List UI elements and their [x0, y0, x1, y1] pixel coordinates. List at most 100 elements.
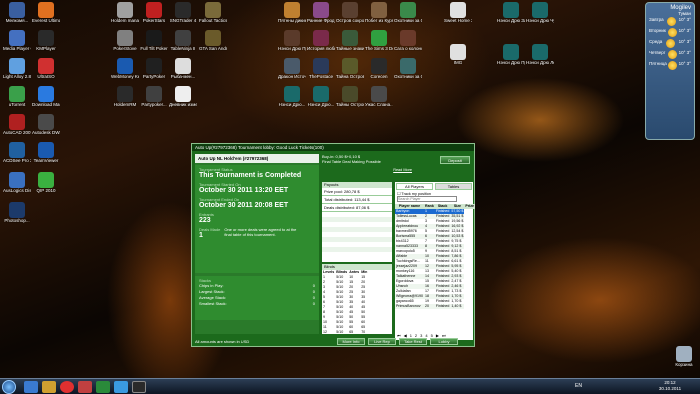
blinds-table[interactable]: Levels Blinds Antes Min 1 5/10 10 15 2 5/10 15 20 3 5…	[322, 270, 368, 334]
desktop-icon[interactable]: ThePostace	[307, 58, 335, 79]
app-icon	[503, 2, 519, 18]
desktop-icon[interactable]: Остров сокров...	[336, 2, 364, 23]
desktop-icon[interactable]: uTorrent	[3, 86, 31, 107]
desktop-icon[interactable]: Пятнны дикие пр...	[278, 2, 306, 23]
desktop-icon[interactable]: PokerStars	[140, 2, 168, 23]
tournament-lobby-window[interactable]: Auto Up(#27972368) Tournament lobby: Goo…	[191, 143, 476, 347]
desktop-icon[interactable]: Нэнси Дрю Привиден...	[278, 30, 306, 51]
desktop-icon[interactable]: GTA San Andreas	[199, 30, 227, 51]
icq-icon[interactable]	[96, 381, 110, 393]
player-row[interactable]: PrimusBaronov 20 Finished 1,40 $	[395, 304, 476, 309]
desktop-icon-label: Тайные знаки. Ве...	[336, 46, 364, 51]
language-indicator[interactable]: EN	[575, 383, 582, 389]
opera-icon[interactable]	[60, 381, 74, 393]
desktop-icon[interactable]: TableNinja II	[169, 30, 197, 51]
desktop-icon[interactable]: Holdem manager	[111, 2, 139, 23]
desktop-icon[interactable]: QIP 2010	[32, 172, 60, 193]
forecast-row: Завтра 10° 3°	[646, 16, 694, 27]
payouts-panel: Payouts Prize pool: 280,78 $ Total distr…	[322, 182, 392, 262]
desktop-icon[interactable]: Дракон Источния...	[278, 58, 306, 79]
desktop-icon[interactable]: Ранние Фрод в лесах Д...	[307, 2, 335, 23]
search-player-input[interactable]	[397, 196, 457, 202]
desktop-icon[interactable]: AutoCAD 2007 - ...	[3, 114, 31, 135]
desktop-icon[interactable]: HoldemRM	[111, 86, 139, 107]
desktop-icon[interactable]: Everest Ultimate	[32, 2, 60, 23]
folder-icon[interactable]	[42, 381, 56, 393]
desktop-icon-label: TeamViewer	[33, 158, 59, 163]
desktop-icon[interactable]: Нэнси Дрю Приведен...	[497, 44, 525, 65]
desktop-icon[interactable]: KMPlayer	[32, 30, 60, 51]
start-button[interactable]	[2, 380, 16, 394]
desktop-icon[interactable]: Light Alloy 2.8	[3, 58, 31, 79]
lobby-button[interactable]: Lobby	[430, 338, 458, 345]
tab-all-players[interactable]: All Players	[396, 183, 433, 190]
app-icon	[532, 44, 548, 60]
desktop-icon[interactable]: WebMoney Keeper Cla...	[111, 58, 139, 79]
desktop-icon[interactable]: Ужас Слана...	[365, 86, 393, 107]
desktop-icon-label: TableNinja II	[170, 46, 196, 51]
desktop-icon-label: Побег из Курярки...	[365, 18, 393, 23]
desktop-icon[interactable]: Корзина	[670, 346, 698, 367]
desktop-icon[interactable]: SNGTrader 4	[169, 2, 197, 23]
desktop-icon[interactable]: Охотники за Сокров...	[394, 2, 422, 23]
desktop-icon[interactable]: UltraISO	[32, 58, 60, 79]
read-more-link[interactable]: Read More	[393, 168, 412, 172]
skype-icon[interactable]	[114, 381, 128, 393]
desktop-icon[interactable]: AusLogics Disk Defrag	[3, 172, 31, 193]
clock[interactable]: 20:12 30.10.2011	[650, 380, 690, 392]
desktop-icon[interactable]: Fallout Tactics	[199, 2, 227, 23]
app-icon	[371, 86, 387, 102]
app-icon	[146, 58, 162, 74]
more-info-button[interactable]: More Info	[337, 338, 365, 345]
desktop-icon[interactable]: Тайные знаки. Ве...	[336, 30, 364, 51]
desktop-icon[interactable]: TeamViewer	[32, 142, 60, 163]
desktop-icon[interactable]: Нэнси Дрю...	[307, 86, 335, 107]
desktop-icon-label: AusLogics Disk Defrag	[3, 188, 31, 193]
app-icon	[9, 86, 25, 102]
desktop-icon[interactable]: Мелкомя...	[3, 2, 31, 23]
desktop-icon-label: Корзина	[675, 362, 693, 367]
desktop-icon[interactable]: PokerStove	[111, 30, 139, 51]
desktop-icon[interactable]: Corecen	[365, 58, 393, 79]
desktop-icon-label: История любви...	[307, 46, 335, 51]
desktop-icon[interactable]: ACDSee Pro 3	[3, 142, 31, 163]
live-rep-button[interactable]: Live Rep	[368, 338, 396, 345]
desktop-icon[interactable]: Нэнси Дрю Легенда о...	[526, 44, 554, 65]
entrants-value: 223	[199, 217, 211, 224]
players-table[interactable]: Player name Rank Stack Size Prize Barbyon 1 Fin…	[395, 204, 476, 309]
take-rest-button[interactable]: Take Rest	[399, 338, 427, 345]
players-col-header[interactable]: Prize	[464, 204, 475, 209]
payouts-list[interactable]	[322, 212, 392, 254]
desktop-icon[interactable]: Нэнси Дрю Записки ч...	[497, 2, 525, 23]
desktop-icon[interactable]: The Sims 3 Deluxe	[365, 30, 393, 51]
desktop-icon[interactable]: Autodesk DWF Viewer	[32, 114, 60, 135]
desktop-icon[interactable]: Partypoker...	[140, 86, 168, 107]
desktop-icon[interactable]: Рыба-мен...	[169, 58, 197, 79]
desktop-icon[interactable]: Охотники за Сокров...	[394, 58, 422, 79]
desktop-icon[interactable]: История любви...	[307, 30, 335, 51]
desktop-icon[interactable]: PartyPoker	[140, 58, 168, 79]
deposit-button[interactable]: Deposit	[440, 156, 470, 164]
desktop-icon[interactable]: Download Master	[32, 86, 60, 107]
desktop-icon[interactable]: Нэнси Дрю Чудовище...	[526, 2, 554, 23]
app-icon	[284, 86, 300, 102]
desktop-icon[interactable]: IMG	[444, 44, 472, 65]
poker-icon[interactable]	[78, 381, 92, 393]
weather-gadget[interactable]: Mogilev Туман Завтра 10° 3° Вторник 10° 3° С…	[645, 2, 695, 140]
desktop-icon[interactable]: Нэнси Дрю...	[278, 86, 306, 107]
desktop-icon[interactable]: Сага о колоноя...	[394, 30, 422, 51]
desktop-icon[interactable]: Media Player Classic	[3, 30, 31, 51]
desktop-icon[interactable]: Sweet Home 3D	[444, 2, 472, 23]
desktop-icon[interactable]: Тайны Острова...	[336, 86, 364, 107]
blinds-cell: 12	[323, 330, 327, 334]
desktop-icon[interactable]: Photoshop...	[3, 202, 31, 223]
desktop-icon[interactable]: Побег из Курярки...	[365, 2, 393, 23]
desktop-icon[interactable]: Тайна Острова...	[336, 58, 364, 79]
tab-tables[interactable]: Tables	[435, 183, 472, 190]
desktop-icon[interactable]: Full Tilt Poker	[140, 30, 168, 51]
desktop-icon[interactable]: Дневник изменений...	[169, 86, 197, 107]
explorer-icon[interactable]	[24, 381, 38, 393]
weather-forecast: Завтра 10° 3° Вторник 10° 3° Среда 10° 3° Четв…	[646, 16, 694, 71]
pokerstars-taskbar-icon[interactable]	[132, 381, 146, 393]
app-icon	[503, 44, 519, 60]
